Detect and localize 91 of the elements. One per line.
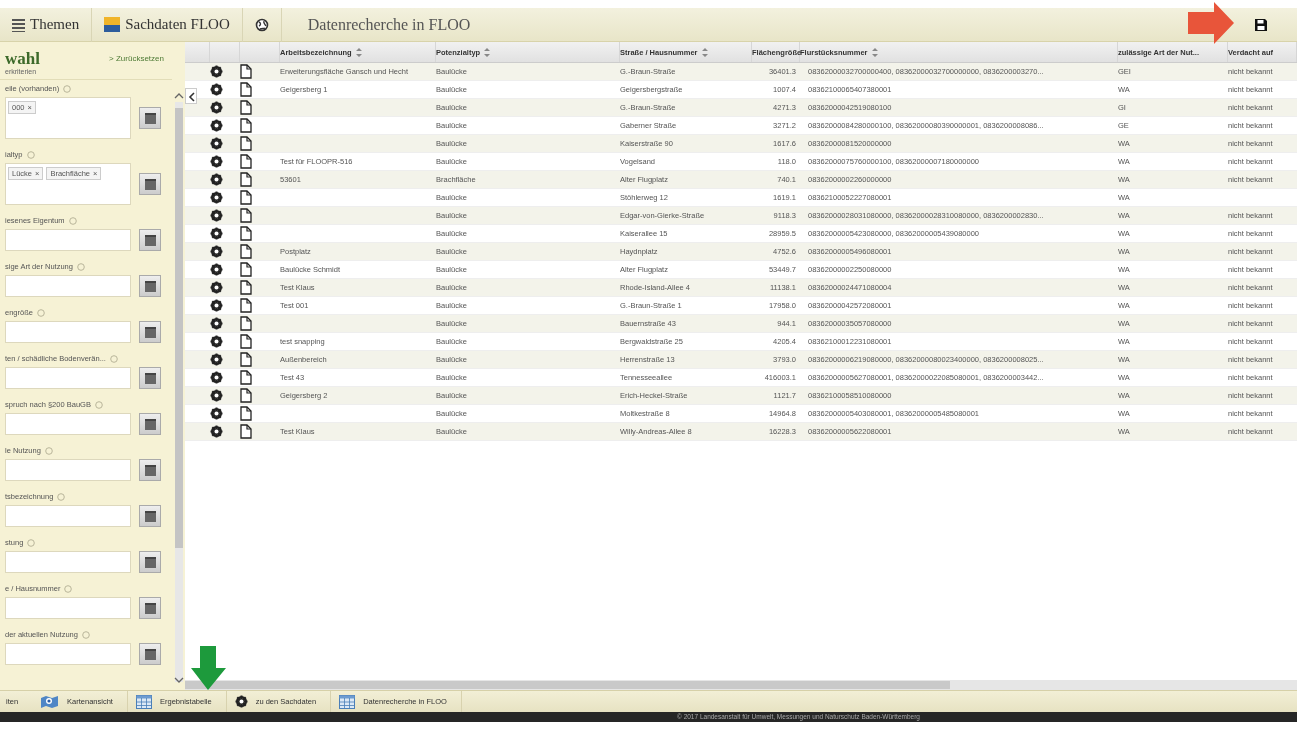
document-icon[interactable] xyxy=(240,424,252,439)
document-icon[interactable] xyxy=(240,316,252,331)
themes-button[interactable]: Themen xyxy=(0,7,93,42)
data-button[interactable]: Sachdaten FLOO xyxy=(92,7,243,42)
picker-button[interactable] xyxy=(139,551,161,573)
gear-icon[interactable] xyxy=(210,263,223,276)
scrollbar-thumb[interactable] xyxy=(175,108,183,548)
picker-button[interactable] xyxy=(139,275,161,297)
table-icon xyxy=(339,694,356,709)
input-field[interactable] xyxy=(5,413,131,435)
reset-link[interactable]: > Zurücksetzen xyxy=(109,54,164,63)
gear-icon[interactable] xyxy=(210,155,223,168)
menu-icon[interactable] xyxy=(12,17,25,32)
down-arrow-icon xyxy=(191,646,226,690)
document-icon[interactable] xyxy=(240,208,252,223)
sort-icon[interactable] xyxy=(355,47,362,57)
right-arrow-icon xyxy=(1188,2,1234,44)
document-icon[interactable] xyxy=(240,172,252,187)
picker-button[interactable] xyxy=(139,321,161,343)
picker-button[interactable] xyxy=(139,505,161,527)
gear-icon[interactable] xyxy=(210,119,223,132)
input-field[interactable] xyxy=(5,643,131,665)
input-field[interactable] xyxy=(5,597,131,619)
document-icon[interactable] xyxy=(240,406,252,421)
input-field[interactable] xyxy=(5,229,131,251)
table-icon xyxy=(135,694,152,709)
gear-icon[interactable] xyxy=(210,191,223,204)
document-icon[interactable] xyxy=(240,118,252,133)
globe-icon[interactable] xyxy=(254,17,269,32)
save-icon[interactable] xyxy=(1255,18,1267,31)
gear-icon[interactable] xyxy=(210,65,223,78)
page-title: Datenrecherche in FLOO xyxy=(306,15,472,34)
collapse-button[interactable] xyxy=(185,88,197,104)
document-icon[interactable] xyxy=(240,334,252,349)
picker-button[interactable] xyxy=(139,643,161,665)
database-icon[interactable] xyxy=(104,17,121,32)
document-icon[interactable] xyxy=(240,262,252,277)
picker-button[interactable] xyxy=(139,229,161,251)
document-icon[interactable] xyxy=(240,100,252,115)
document-icon[interactable] xyxy=(240,388,252,403)
gear-icon[interactable] xyxy=(210,173,223,186)
sort-icon[interactable] xyxy=(871,47,878,57)
document-icon[interactable] xyxy=(240,370,252,385)
document-icon[interactable] xyxy=(240,280,252,295)
picker-button[interactable] xyxy=(139,597,161,619)
document-icon[interactable] xyxy=(240,154,252,169)
picker-button[interactable] xyxy=(139,367,161,389)
gear-icon[interactable] xyxy=(210,425,223,438)
input-field[interactable] xyxy=(5,275,131,297)
gear-icon[interactable] xyxy=(210,317,223,330)
picker-button[interactable] xyxy=(139,459,161,481)
input-field[interactable] xyxy=(5,321,131,343)
chevron-left-icon xyxy=(188,91,196,103)
scroll-down-icon[interactable] xyxy=(174,676,184,684)
document-icon[interactable] xyxy=(240,352,252,367)
document-icon[interactable] xyxy=(240,190,252,205)
horizontal-scrollbar[interactable] xyxy=(185,680,1297,690)
input-field[interactable] xyxy=(5,551,131,573)
scrollbar-thumb[interactable] xyxy=(185,681,950,689)
sort-icon[interactable] xyxy=(701,47,708,57)
gear-icon[interactable] xyxy=(210,281,223,294)
map-icon xyxy=(40,694,60,709)
document-icon[interactable] xyxy=(240,64,252,79)
gear-icon[interactable] xyxy=(210,371,223,384)
gear-icon[interactable] xyxy=(210,227,223,240)
document-icon[interactable] xyxy=(240,82,252,97)
gear-icon[interactable] xyxy=(210,209,223,222)
gear-icon[interactable] xyxy=(210,407,223,420)
gear-icon[interactable] xyxy=(210,299,223,312)
input-field[interactable] xyxy=(5,367,131,389)
gear-icon[interactable] xyxy=(210,353,223,366)
document-icon[interactable] xyxy=(240,244,252,259)
gear-icon[interactable] xyxy=(210,101,223,114)
panel-title: wahl xyxy=(5,49,40,68)
document-icon[interactable] xyxy=(240,226,252,241)
sort-icon[interactable] xyxy=(484,47,491,57)
gear-icon[interactable] xyxy=(210,335,223,348)
document-icon[interactable] xyxy=(240,298,252,313)
gear-icon xyxy=(234,695,248,708)
gear-icon[interactable] xyxy=(210,137,223,150)
picker-button[interactable] xyxy=(139,173,161,195)
picker-button[interactable] xyxy=(139,107,161,129)
gear-icon[interactable] xyxy=(210,389,223,402)
input-field[interactable] xyxy=(5,459,131,481)
picker-button[interactable] xyxy=(139,413,161,435)
scroll-up-icon[interactable] xyxy=(174,92,184,100)
gear-icon[interactable] xyxy=(210,245,223,258)
input-field[interactable] xyxy=(5,505,131,527)
document-icon[interactable] xyxy=(240,136,252,151)
scrollbar[interactable] xyxy=(175,102,183,682)
gear-icon[interactable] xyxy=(210,83,223,96)
